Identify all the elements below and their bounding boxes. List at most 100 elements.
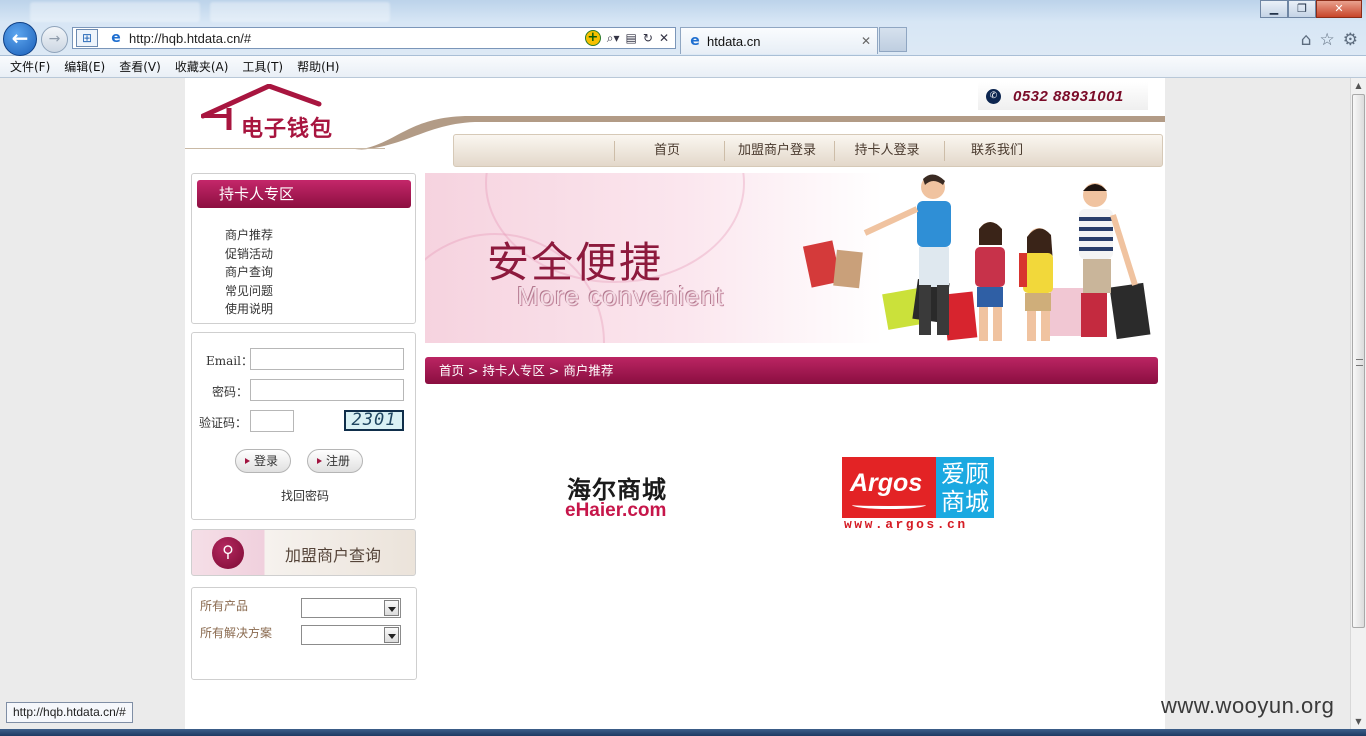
watermark: www.wooyun.org: [1161, 693, 1335, 718]
link-instructions[interactable]: 使用说明: [225, 300, 273, 319]
argos-logo-cn-line2: 商城: [941, 488, 989, 516]
ie-page-icon: e: [111, 30, 121, 46]
cardholder-zone-title: 持卡人专区: [197, 180, 411, 208]
argos-logo-url: www.argos.cn: [844, 517, 968, 532]
login-panel: Email： 密码： 验证码： 2301 登录 注册 找回密码: [191, 332, 416, 520]
window-controls: ▁ ❐ ✕: [1260, 0, 1362, 18]
background-window-ghost: [210, 2, 390, 22]
stop-icon[interactable]: ✕: [659, 31, 669, 45]
link-faq[interactable]: 常见问题: [225, 282, 273, 301]
shoppers-illustration: [802, 174, 1151, 341]
captcha-label: 验证码：: [199, 416, 248, 430]
menu-tools[interactable]: 工具(T): [235, 57, 290, 77]
restore-button[interactable]: ❐: [1288, 0, 1316, 18]
register-button[interactable]: 注册: [307, 449, 363, 473]
nav-merchant-login[interactable]: 加盟商户登录: [730, 135, 824, 166]
argos-logo-red-panel: Argos: [842, 457, 936, 518]
browser-tab[interactable]: e htdata.cn ✕: [680, 27, 878, 54]
refresh-icon[interactable]: ↻: [643, 31, 653, 45]
menu-bar: 文件(F) 编辑(E) 查看(V) 收藏夹(A) 工具(T) 帮助(H): [0, 56, 1366, 78]
ehaier-logo-en: eHaier.com: [565, 500, 667, 521]
nav-contact-us[interactable]: 联系我们: [950, 135, 1044, 166]
address-url[interactable]: http://hqb.htdata.cn/#: [129, 31, 251, 46]
new-tab-button[interactable]: [879, 27, 907, 52]
status-url-tooltip: http://hqb.htdata.cn/#: [6, 702, 133, 723]
scroll-up-icon[interactable]: ▲: [1351, 78, 1366, 93]
password-field[interactable]: [250, 379, 404, 401]
merchant-query-label: 加盟商户查询: [285, 546, 382, 565]
nav-separator: [614, 141, 615, 161]
phone-icon: ✆: [986, 88, 1001, 104]
captcha-image[interactable]: 2301: [344, 410, 404, 431]
argos-logo-word: Argos: [850, 469, 923, 497]
compat-view-icon[interactable]: ▤: [626, 31, 637, 45]
arrow-right-icon: [317, 458, 322, 464]
compatibility-icon[interactable]: ⊞: [76, 29, 98, 47]
argos-logo-cn-line1: 爱顾: [941, 460, 989, 488]
page-viewport: 电子钱包 ✆ 0532 88931001 首页 加盟商户登录 持卡人登录 联系我…: [0, 78, 1350, 729]
captcha-field[interactable]: [250, 410, 294, 432]
search-icon[interactable]: ⌕▾: [607, 31, 620, 46]
close-window-button[interactable]: ✕: [1316, 0, 1362, 18]
products-filter-label: 所有产品: [200, 599, 249, 613]
link-merchant-search[interactable]: 商户查询: [225, 263, 273, 282]
ehaier-logo[interactable]: 海尔商城 eHaier.com: [563, 470, 703, 522]
menu-file[interactable]: 文件(F): [3, 57, 57, 77]
filter-panel: 所有产品 所有解决方案: [191, 587, 417, 680]
page-container: 电子钱包 ✆ 0532 88931001 首页 加盟商户登录 持卡人登录 联系我…: [185, 78, 1165, 729]
magnifier-icon: ⚲: [212, 537, 244, 569]
link-promotions[interactable]: 促销活动: [225, 245, 273, 264]
background-window-ghost: [30, 2, 200, 22]
breadcrumb: 首页 > 持卡人专区 > 商户推荐: [425, 357, 1158, 384]
scrollbar-thumb[interactable]: [1352, 94, 1365, 628]
forgot-password-link[interactable]: 找回密码: [281, 487, 329, 504]
scroll-down-icon[interactable]: ▼: [1351, 714, 1366, 729]
menu-favorites[interactable]: 收藏夹(A): [168, 57, 236, 77]
cardholder-links: 商户推荐 促销活动 商户查询 常见问题 使用说明: [225, 226, 273, 319]
minimize-button[interactable]: ▁: [1260, 0, 1288, 18]
link-merchant-recommend[interactable]: 商户推荐: [225, 226, 273, 245]
phone-box: ✆ 0532 88931001: [978, 82, 1148, 110]
email-label: Email：: [206, 354, 253, 368]
promo-banner: 安全便捷 More convenient: [425, 173, 1163, 343]
phone-number: 0532 88931001: [1013, 87, 1124, 105]
scroll-grip: [1356, 359, 1363, 366]
vertical-scrollbar[interactable]: ▲ ▼: [1350, 78, 1366, 729]
register-button-label: 注册: [326, 454, 351, 468]
solutions-select[interactable]: [301, 625, 401, 645]
login-button-label: 登录: [254, 454, 279, 468]
browser-titlebar: ▁ ❐ ✕ ← → ⊞ e http://hqb.htdata.cn/# + ⌕…: [0, 0, 1366, 56]
favorites-star-icon[interactable]: ☆: [1320, 30, 1335, 50]
home-icon[interactable]: ⌂: [1301, 30, 1312, 50]
menu-help[interactable]: 帮助(H): [290, 57, 346, 77]
back-button[interactable]: ←: [3, 22, 37, 56]
forward-button[interactable]: →: [41, 26, 68, 53]
chevron-down-icon[interactable]: [384, 627, 399, 643]
chevron-down-icon[interactable]: [384, 600, 399, 616]
address-bar[interactable]: ⊞ e http://hqb.htdata.cn/# + ⌕▾ ▤ ↻ ✕: [72, 27, 676, 49]
solutions-filter-label: 所有解决方案: [200, 626, 273, 640]
tab-title: htdata.cn: [707, 33, 761, 49]
close-tab-icon[interactable]: ✕: [861, 34, 871, 48]
cardholder-zone-panel: 持卡人专区 商户推荐 促销活动 商户查询 常见问题 使用说明: [191, 173, 416, 324]
login-button[interactable]: 登录: [235, 449, 291, 473]
menu-edit[interactable]: 编辑(E): [57, 57, 112, 77]
main-nav: 首页 加盟商户登录 持卡人登录 联系我们: [453, 134, 1163, 167]
products-select[interactable]: [301, 598, 401, 618]
menu-view[interactable]: 查看(V): [112, 57, 168, 77]
logo-text: 电子钱包: [241, 117, 334, 142]
nav-separator: [724, 141, 725, 161]
argos-swoosh-icon: [852, 501, 926, 509]
settings-gear-icon[interactable]: ⚙: [1343, 30, 1358, 50]
add-favorite-icon[interactable]: +: [584, 30, 601, 46]
banner-slogan-en: More convenient: [517, 281, 725, 311]
email-field[interactable]: [250, 348, 404, 370]
nav-separator: [944, 141, 945, 161]
os-taskbar: [0, 729, 1366, 736]
header-divider: [185, 148, 385, 149]
nav-home[interactable]: 首页: [620, 135, 714, 166]
argos-logo[interactable]: Argos 爱顾 商城 www.argos.cn: [842, 457, 997, 535]
merchant-query-button[interactable]: ⚲ 加盟商户查询: [191, 529, 416, 576]
password-label: 密码：: [212, 385, 249, 399]
nav-cardholder-login[interactable]: 持卡人登录: [840, 135, 934, 166]
